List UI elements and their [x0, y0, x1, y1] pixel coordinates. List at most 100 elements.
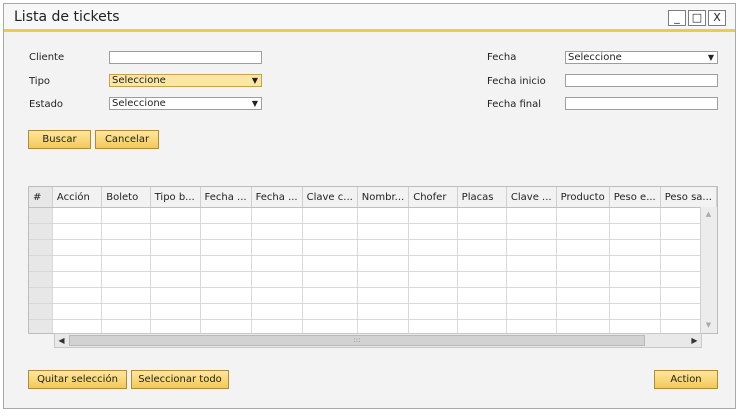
- grid-cell[interactable]: [52, 303, 103, 320]
- action-button[interactable]: Action: [654, 370, 718, 389]
- grid-cell[interactable]: [150, 319, 201, 333]
- fecha-final-input[interactable]: [565, 97, 718, 110]
- grid-cell[interactable]: [101, 287, 151, 304]
- grid-cell[interactable]: [52, 271, 103, 288]
- tipo-select[interactable]: Seleccione ▼: [109, 74, 262, 87]
- grid-column-header[interactable]: Placas: [457, 187, 507, 208]
- close-button[interactable]: X: [708, 10, 726, 26]
- grid-cell[interactable]: [506, 287, 557, 304]
- grid-cell[interactable]: [52, 319, 103, 333]
- horizontal-scrollbar[interactable]: ◀ ::: ▶: [54, 333, 702, 348]
- grid-cell[interactable]: [200, 239, 252, 256]
- grid-cell[interactable]: [357, 287, 410, 304]
- estado-select[interactable]: Seleccione ▼: [109, 97, 262, 110]
- scroll-down-icon[interactable]: ▼: [703, 320, 714, 331]
- scroll-thumb[interactable]: :::: [69, 335, 645, 346]
- table-row[interactable]: [29, 223, 717, 240]
- grid-cell[interactable]: [200, 319, 252, 333]
- table-row[interactable]: [29, 319, 717, 333]
- grid-cell[interactable]: [609, 207, 661, 224]
- grid-cell[interactable]: [556, 239, 610, 256]
- grid-cell[interactable]: [302, 287, 358, 304]
- grid-column-header[interactable]: Fecha ...: [251, 187, 303, 208]
- grid-column-header[interactable]: Producto: [556, 187, 610, 208]
- title-bar[interactable]: Lista de tickets _ □ X: [4, 4, 735, 32]
- grid-cell[interactable]: [408, 207, 458, 224]
- grid-cell[interactable]: [150, 207, 201, 224]
- grid-column-header[interactable]: Fecha ...: [200, 187, 252, 208]
- grid-cell[interactable]: [302, 303, 358, 320]
- grid-column-header[interactable]: Boleto: [101, 187, 151, 208]
- grid-cell[interactable]: [506, 239, 557, 256]
- grid-cell[interactable]: [52, 287, 103, 304]
- grid-column-header[interactable]: Acción: [52, 187, 103, 208]
- grid-cell[interactable]: [357, 223, 410, 240]
- grid-cell[interactable]: [408, 223, 458, 240]
- grid-cell[interactable]: [200, 303, 252, 320]
- seleccionar-todo-button[interactable]: Seleccionar todo: [131, 370, 229, 389]
- grid-cell[interactable]: [52, 207, 103, 224]
- grid-column-header[interactable]: Clave ...: [506, 187, 557, 208]
- grid-cell[interactable]: [150, 255, 201, 272]
- grid-cell[interactable]: [302, 255, 358, 272]
- grid-cell[interactable]: [457, 303, 507, 320]
- grid-cell[interactable]: [101, 303, 151, 320]
- row-selector[interactable]: [29, 223, 53, 240]
- row-selector[interactable]: [29, 287, 53, 304]
- grid-cell[interactable]: [200, 223, 252, 240]
- grid-column-header[interactable]: Clave c...: [302, 187, 358, 208]
- grid-cell[interactable]: [556, 223, 610, 240]
- grid-cell[interactable]: [506, 303, 557, 320]
- grid-cell[interactable]: [251, 271, 303, 288]
- grid-cell[interactable]: [302, 207, 358, 224]
- grid-cell[interactable]: [357, 207, 410, 224]
- grid-cell[interactable]: [408, 319, 458, 333]
- grid-cell[interactable]: [150, 287, 201, 304]
- table-row[interactable]: [29, 271, 717, 288]
- quitar-seleccion-button[interactable]: Quitar selección: [28, 370, 127, 389]
- row-selector[interactable]: [29, 303, 53, 320]
- grid-cell[interactable]: [609, 255, 661, 272]
- grid-cell[interactable]: [302, 271, 358, 288]
- grid-cell[interactable]: [408, 303, 458, 320]
- grid-cell[interactable]: [150, 223, 201, 240]
- grid-cell[interactable]: [302, 319, 358, 333]
- grid-cell[interactable]: [200, 271, 252, 288]
- grid-cell[interactable]: [408, 287, 458, 304]
- grid-cell[interactable]: [609, 303, 661, 320]
- grid-cell[interactable]: [609, 319, 661, 333]
- grid-cell[interactable]: [408, 239, 458, 256]
- grid-cell[interactable]: [457, 239, 507, 256]
- grid-row-number-header[interactable]: #: [29, 187, 53, 208]
- grid-cell[interactable]: [506, 271, 557, 288]
- grid-cell[interactable]: [457, 207, 507, 224]
- grid-cell[interactable]: [556, 287, 610, 304]
- vertical-scrollbar[interactable]: ▲ ▼: [700, 207, 717, 333]
- grid-cell[interactable]: [251, 303, 303, 320]
- grid-cell[interactable]: [52, 223, 103, 240]
- grid-cell[interactable]: [408, 271, 458, 288]
- table-row[interactable]: [29, 255, 717, 272]
- grid-cell[interactable]: [251, 239, 303, 256]
- grid-cell[interactable]: [457, 223, 507, 240]
- grid-cell[interactable]: [200, 255, 252, 272]
- grid-cell[interactable]: [556, 303, 610, 320]
- grid-cell[interactable]: [357, 303, 410, 320]
- grid-cell[interactable]: [457, 319, 507, 333]
- minimize-button[interactable]: _: [668, 10, 686, 26]
- grid-cell[interactable]: [357, 319, 410, 333]
- grid-cell[interactable]: [556, 255, 610, 272]
- row-selector[interactable]: [29, 271, 53, 288]
- grid-cell[interactable]: [101, 223, 151, 240]
- row-selector[interactable]: [29, 255, 53, 272]
- grid-cell[interactable]: [357, 239, 410, 256]
- grid-column-header[interactable]: Tipo b...: [150, 187, 201, 208]
- cancelar-button[interactable]: Cancelar: [95, 130, 159, 149]
- grid-cell[interactable]: [408, 255, 458, 272]
- fecha-select[interactable]: Seleccione ▼: [565, 51, 718, 64]
- grid-cell[interactable]: [609, 223, 661, 240]
- grid-cell[interactable]: [251, 223, 303, 240]
- grid-cell[interactable]: [506, 255, 557, 272]
- cliente-input[interactable]: [109, 51, 262, 64]
- grid-column-header[interactable]: Peso e...: [609, 187, 661, 208]
